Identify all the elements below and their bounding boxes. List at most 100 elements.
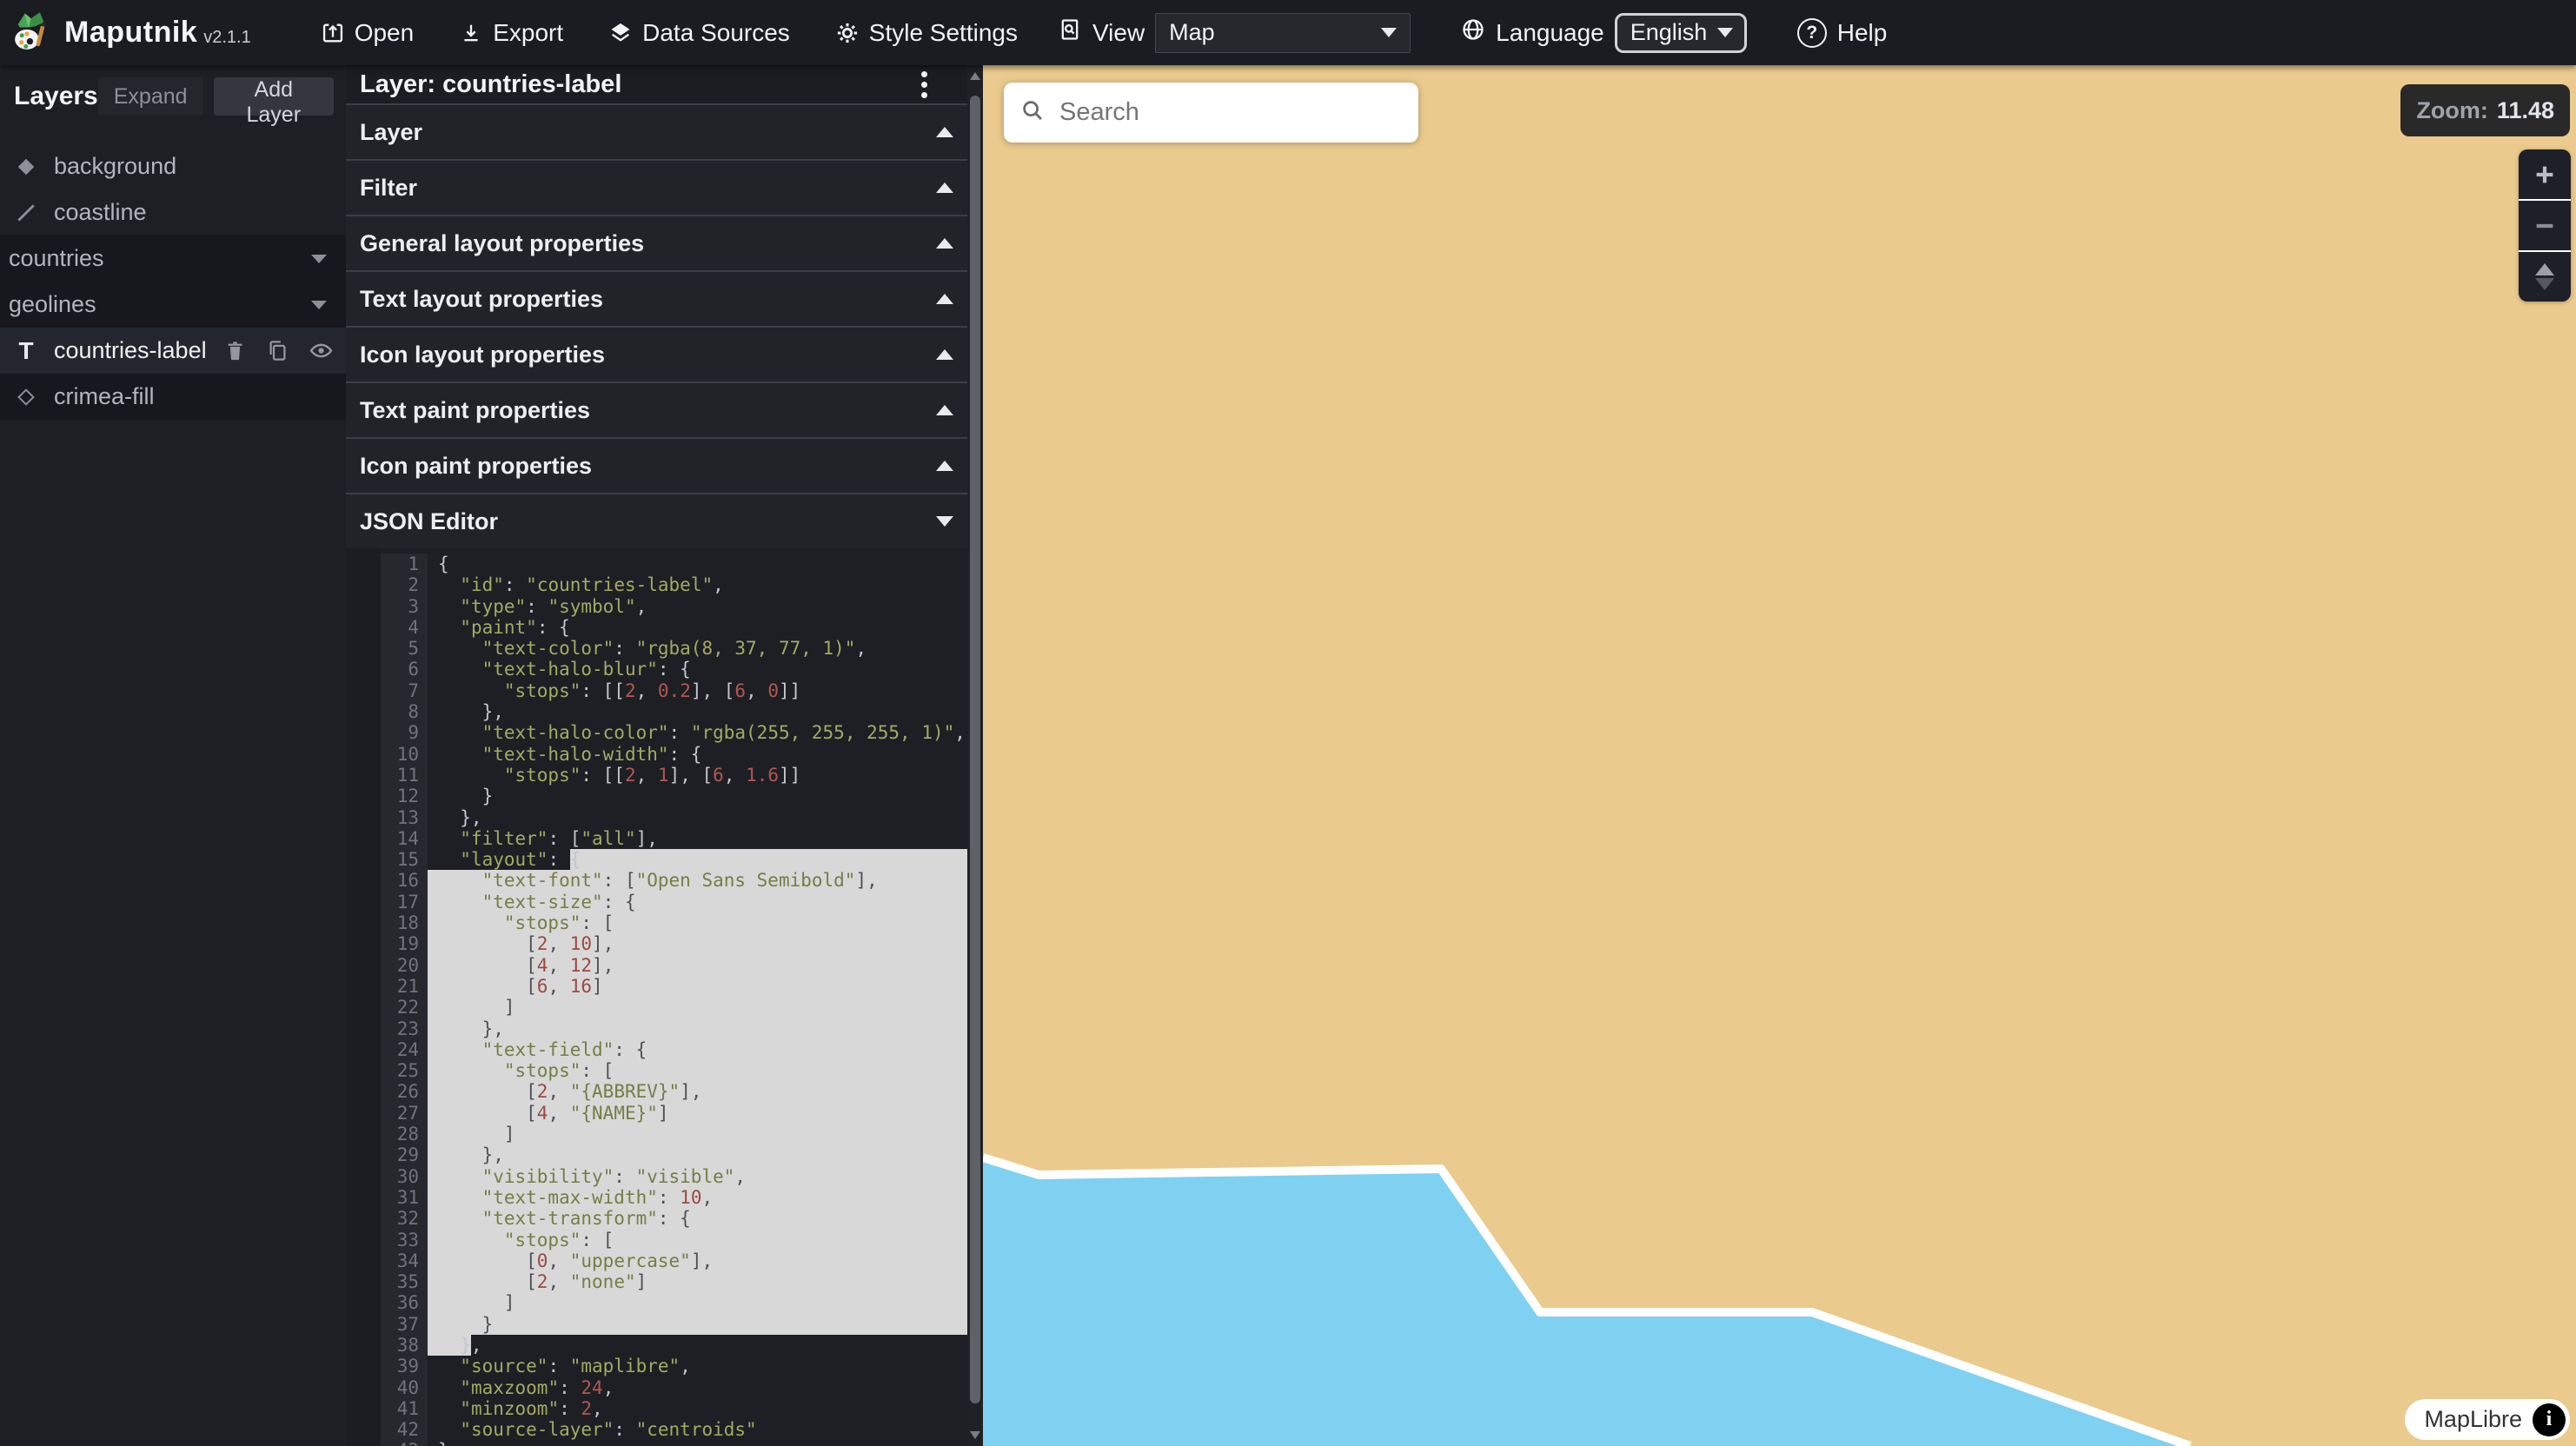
layer-group-block: countries geolines T countries-label: [0, 235, 346, 420]
layer-item-background[interactable]: background: [0, 143, 346, 189]
code-line[interactable]: 39 "source": "maplibre",: [381, 1356, 967, 1376]
code-line[interactable]: 28 ]: [381, 1124, 967, 1144]
zoom-out-button[interactable]: [2519, 199, 2571, 250]
code-line[interactable]: 9 "text-halo-color": "rgba(255, 255, 255…: [381, 722, 967, 743]
line-number: 43: [381, 1440, 428, 1446]
code-line[interactable]: 18 "stops": [: [381, 912, 967, 933]
layer-group-geolines[interactable]: geolines: [0, 282, 346, 328]
editor-scrollbar[interactable]: [967, 65, 983, 1446]
language-select[interactable]: English: [1615, 13, 1747, 53]
main-menu: Open Export Data Sources: [321, 19, 1018, 47]
line-number: 2: [381, 574, 428, 595]
kebab-menu-icon[interactable]: [921, 71, 927, 98]
map-canvas[interactable]: Zoom: 11.48 MapLibre i: [983, 65, 2576, 1446]
code-line[interactable]: 21 [6, 16]: [381, 976, 967, 997]
code-line[interactable]: 5 "text-color": "rgba(8, 37, 77, 1)",: [381, 638, 967, 659]
code-line[interactable]: 41 "minzoom": 2,: [381, 1398, 967, 1419]
language-select-value: English: [1630, 19, 1708, 46]
code-line[interactable]: 17 "text-size": {: [381, 892, 967, 912]
code-line[interactable]: 23 },: [381, 1018, 967, 1039]
pitch-bearing-button[interactable]: [2519, 250, 2571, 302]
help-icon: ?: [1797, 18, 1827, 48]
section-icon-paint[interactable]: Icon paint properties: [346, 437, 967, 493]
scroll-down-icon[interactable]: [970, 1431, 980, 1439]
zoom-label: Zoom:: [2416, 97, 2487, 124]
view-select[interactable]: Map: [1155, 13, 1411, 53]
selection-highlight: [570, 849, 967, 870]
code-line[interactable]: 31 "text-max-width": 10,: [381, 1187, 967, 1208]
section-label: JSON Editor: [360, 508, 498, 535]
data-sources-button[interactable]: Data Sources: [608, 19, 790, 47]
code-line[interactable]: 37 }: [381, 1314, 967, 1335]
code-line[interactable]: 32 "text-transform": {: [381, 1208, 967, 1229]
code-line[interactable]: 38 },: [381, 1335, 967, 1356]
code-line[interactable]: 40 "maxzoom": 24,: [381, 1377, 967, 1398]
code-line[interactable]: 35 [2, "none"]: [381, 1271, 967, 1292]
code-line[interactable]: 1{: [381, 554, 967, 574]
section-text-layout[interactable]: Text layout properties: [346, 270, 967, 326]
eye-icon[interactable]: [309, 338, 334, 363]
scrollbar-thumb[interactable]: [970, 96, 980, 1403]
code-line[interactable]: 29 },: [381, 1144, 967, 1165]
code-line[interactable]: 15 "layout": {: [381, 849, 967, 870]
view-label: View: [1092, 19, 1145, 47]
selection-highlight: [428, 1018, 967, 1039]
line-number: 30: [381, 1166, 428, 1187]
code-line[interactable]: 34 [0, "uppercase"],: [381, 1250, 967, 1271]
code-line[interactable]: 12 }: [381, 786, 967, 806]
section-json-editor[interactable]: JSON Editor: [346, 493, 967, 548]
line-number: 18: [381, 912, 428, 933]
trash-icon[interactable]: [223, 339, 247, 362]
code-line[interactable]: 7 "stops": [[2, 0.2], [6, 0]]: [381, 680, 967, 701]
export-button[interactable]: Export: [459, 19, 563, 47]
section-icon-layout[interactable]: Icon layout properties: [346, 326, 967, 381]
code-line[interactable]: 24 "text-field": {: [381, 1039, 967, 1060]
layer-item-countries-label[interactable]: T countries-label: [0, 328, 346, 374]
code-line[interactable]: 2 "id": "countries-label",: [381, 574, 967, 595]
code-line[interactable]: 4 "paint": {: [381, 617, 967, 638]
gear-icon: [835, 21, 860, 45]
expand-button[interactable]: Expand: [98, 77, 203, 116]
code-line[interactable]: 8 },: [381, 701, 967, 722]
code-line[interactable]: 36 ]: [381, 1292, 967, 1313]
code-line[interactable]: 43}: [381, 1440, 967, 1446]
code-line[interactable]: 10 "text-halo-width": {: [381, 744, 967, 765]
code-line[interactable]: 3 "type": "symbol",: [381, 596, 967, 617]
chevron-down-icon: [311, 301, 327, 309]
code-line[interactable]: 25 "stops": [: [381, 1060, 967, 1081]
code-line[interactable]: 33 "stops": [: [381, 1230, 967, 1250]
code-line[interactable]: 19 [2, 10],: [381, 933, 967, 954]
code-line[interactable]: 27 [4, "{NAME}"]: [381, 1103, 967, 1124]
layer-group-countries[interactable]: countries: [0, 235, 346, 282]
code-line[interactable]: 13 },: [381, 807, 967, 828]
code-line[interactable]: 11 "stops": [[2, 1], [6, 1.6]]: [381, 765, 967, 786]
attribution-link[interactable]: MapLibre: [2424, 1406, 2522, 1433]
section-filter[interactable]: Filter: [346, 159, 967, 215]
add-layer-button[interactable]: Add Layer: [214, 77, 334, 116]
style-settings-button[interactable]: Style Settings: [835, 19, 1018, 47]
layer-item-crimea-fill[interactable]: crimea-fill: [0, 374, 346, 420]
layer-item-coastline[interactable]: coastline: [0, 189, 346, 235]
section-layer[interactable]: Layer: [346, 103, 967, 159]
code-line[interactable]: 6 "text-halo-blur": {: [381, 659, 967, 680]
open-button[interactable]: Open: [321, 19, 415, 47]
info-icon[interactable]: i: [2533, 1403, 2566, 1436]
section-text-paint[interactable]: Text paint properties: [346, 381, 967, 437]
code-line[interactable]: 16 "text-font": ["Open Sans Semibold"],: [381, 870, 967, 891]
help-button[interactable]: Help: [1837, 19, 1888, 47]
zoom-in-button[interactable]: [2519, 149, 2571, 199]
line-number: 39: [381, 1356, 428, 1376]
code-lines[interactable]: 1{2 "id": "countries-label",3 "type": "s…: [381, 548, 967, 1446]
search-input[interactable]: [1058, 97, 1403, 128]
section-general-layout[interactable]: General layout properties: [346, 215, 967, 270]
code-line[interactable]: 14 "filter": ["all"],: [381, 828, 967, 849]
code-line[interactable]: 20 [4, 12],: [381, 955, 967, 976]
code-line[interactable]: 42 "source-layer": "centroids": [381, 1419, 967, 1440]
duplicate-icon[interactable]: [266, 339, 289, 362]
code-line[interactable]: 30 "visibility": "visible",: [381, 1166, 967, 1187]
line-number: 23: [381, 1018, 428, 1039]
code-line[interactable]: 26 [2, "{ABBREV}"],: [381, 1081, 967, 1102]
line-number: 41: [381, 1398, 428, 1419]
scroll-up-icon[interactable]: [970, 72, 980, 80]
code-line[interactable]: 22 ]: [381, 997, 967, 1018]
